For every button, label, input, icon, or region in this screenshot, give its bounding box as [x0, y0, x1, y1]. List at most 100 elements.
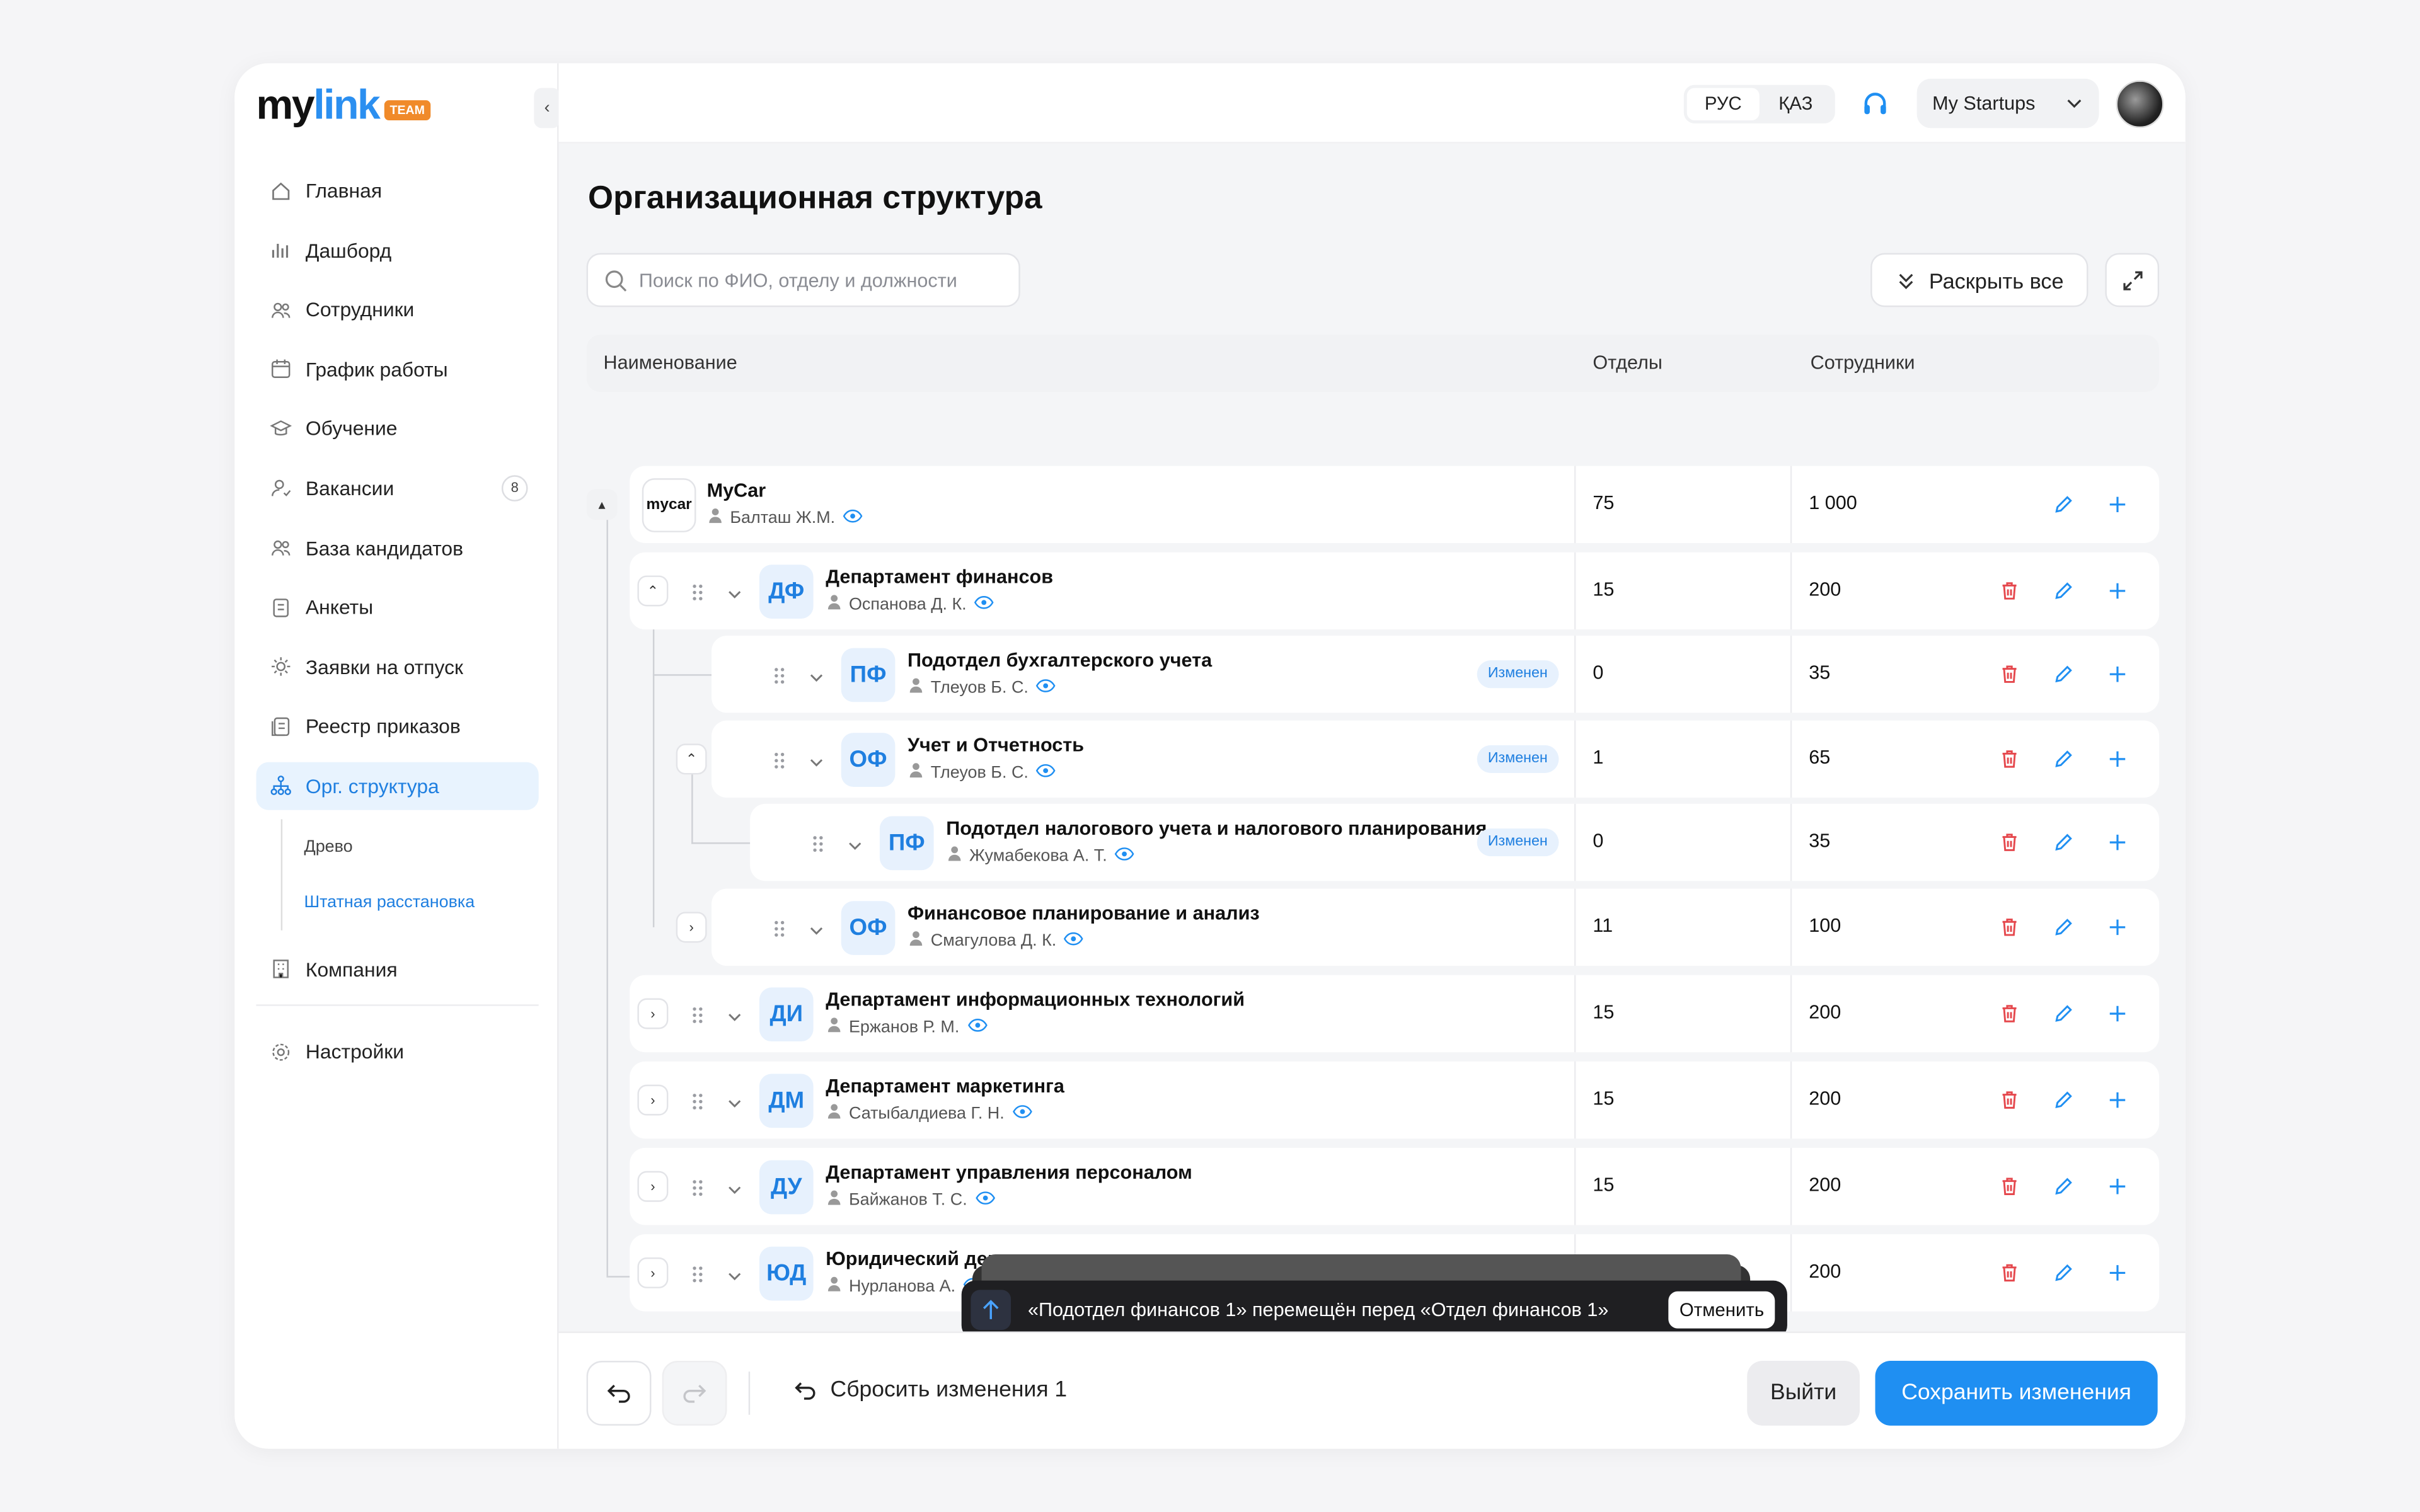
eye-icon[interactable]: [1115, 846, 1135, 864]
sidebar-item-employees[interactable]: Сотрудники: [256, 286, 539, 334]
expand-row-button[interactable]: ›: [637, 1084, 669, 1116]
collapse-root-button[interactable]: ▴: [586, 489, 618, 520]
table-row[interactable]: › ДИ Департамент информационных технологий…: [630, 975, 2160, 1053]
sidebar-item-vacation[interactable]: Заявки на отпуск: [256, 643, 539, 691]
table-row[interactable]: › ДУ Департамент управления персоналом Байж…: [630, 1148, 2160, 1225]
eye-icon[interactable]: [974, 595, 994, 613]
add-icon[interactable]: [2107, 832, 2128, 853]
chevron-down-icon[interactable]: [847, 833, 862, 850]
add-icon[interactable]: [2107, 1176, 2128, 1197]
add-icon[interactable]: [2107, 1003, 2128, 1024]
sidebar-item-schedule[interactable]: График работы: [256, 345, 539, 393]
headset-icon[interactable]: [1858, 88, 1893, 122]
edit-icon[interactable]: [2053, 1089, 2074, 1111]
drag-handle-icon[interactable]: [773, 750, 786, 769]
edit-icon[interactable]: [2053, 494, 2074, 515]
drag-handle-icon[interactable]: [691, 1091, 704, 1110]
edit-icon[interactable]: [2053, 1262, 2074, 1283]
eye-icon[interactable]: [1012, 1104, 1032, 1122]
sidebar-item-vacancies[interactable]: Вакансии 8: [256, 464, 539, 512]
sidebar-item-home[interactable]: Главная: [256, 166, 539, 214]
trash-icon[interactable]: [1998, 1262, 2020, 1283]
table-row[interactable]: ПФ Подотдел бухгалтерского учета Тлеуов Б.…: [711, 635, 2160, 713]
add-icon[interactable]: [2107, 1262, 2128, 1283]
drag-handle-icon[interactable]: [691, 1264, 704, 1283]
sidebar-item-education[interactable]: Обучение: [256, 405, 539, 453]
add-icon[interactable]: [2107, 494, 2128, 515]
expand-all-button[interactable]: Раскрыть все: [1870, 253, 2089, 307]
edit-icon[interactable]: [2053, 663, 2074, 685]
eye-icon[interactable]: [1036, 678, 1056, 696]
edit-icon[interactable]: [2053, 1003, 2074, 1024]
exit-button[interactable]: Выйти: [1747, 1361, 1860, 1426]
trash-icon[interactable]: [1998, 748, 2020, 770]
expand-row-button[interactable]: ›: [637, 1257, 669, 1288]
trash-icon[interactable]: [1998, 832, 2020, 853]
table-row[interactable]: ПФ Подотдел налогового учета и налогового…: [750, 803, 2160, 881]
drag-handle-icon[interactable]: [773, 665, 786, 684]
sidebar-item-company[interactable]: Компания: [256, 945, 539, 993]
reset-changes-button[interactable]: Сбросить изменения 1: [793, 1378, 1067, 1402]
expand-row-button[interactable]: ›: [637, 998, 669, 1029]
add-icon[interactable]: [2107, 580, 2128, 602]
redo-button[interactable]: [662, 1361, 727, 1426]
sidebar-item-candidates[interactable]: База кандидатов: [256, 524, 539, 572]
trash-icon[interactable]: [1998, 580, 2020, 602]
toast-undo-button[interactable]: Отменить: [1668, 1291, 1775, 1329]
add-icon[interactable]: [2107, 917, 2128, 938]
chevron-down-icon[interactable]: [727, 1264, 742, 1281]
trash-icon[interactable]: [1998, 1003, 2020, 1024]
eye-icon[interactable]: [975, 1190, 995, 1208]
eye-icon[interactable]: [843, 508, 863, 527]
expand-row-button[interactable]: ›: [637, 1171, 669, 1202]
lang-kaz-option[interactable]: ҚАЗ: [1760, 88, 1832, 120]
subnav-tree[interactable]: Древо: [282, 818, 539, 874]
chevron-down-icon[interactable]: [809, 918, 824, 935]
sidebar-item-settings[interactable]: Настройки: [256, 1028, 539, 1075]
trash-icon[interactable]: [1998, 917, 2020, 938]
edit-icon[interactable]: [2053, 917, 2074, 938]
chevron-down-icon[interactable]: [727, 1004, 742, 1021]
drag-handle-icon[interactable]: [691, 1177, 704, 1196]
edit-icon[interactable]: [2053, 1176, 2074, 1197]
edit-icon[interactable]: [2053, 580, 2074, 602]
add-icon[interactable]: [2107, 748, 2128, 770]
table-row[interactable]: › ОФ Финансовое планирование и анализ Смагу…: [676, 888, 2160, 966]
collapse-row-button[interactable]: ⌃: [637, 575, 669, 607]
eye-icon[interactable]: [1064, 931, 1085, 949]
eye-icon[interactable]: [967, 1017, 988, 1036]
trash-icon[interactable]: [1998, 663, 2020, 685]
eye-icon[interactable]: [1036, 763, 1056, 781]
undo-button[interactable]: [586, 1361, 652, 1426]
edit-icon[interactable]: [2053, 748, 2074, 770]
table-row[interactable]: › ДМ Департамент маркетинга Сатыбалдиева Г.…: [630, 1061, 2160, 1139]
collapse-row-button[interactable]: ⌃: [676, 743, 707, 775]
sidebar-item-org-structure[interactable]: Орг. структура: [256, 762, 539, 810]
drag-handle-icon[interactable]: [773, 918, 786, 937]
add-icon[interactable]: [2107, 663, 2128, 685]
expand-row-button[interactable]: ›: [676, 912, 707, 943]
fullscreen-button[interactable]: [2105, 253, 2160, 307]
save-changes-button[interactable]: Сохранить изменения: [1875, 1361, 2158, 1426]
drag-handle-icon[interactable]: [691, 1004, 704, 1023]
sidebar-item-orders[interactable]: Реестр приказов: [256, 702, 539, 750]
table-row[interactable]: ⌃ ОФ Учет и Отчетность Тлеуов Б. С. Изменен 1…: [676, 720, 2160, 798]
collapse-sidebar-button[interactable]: ‹: [534, 88, 560, 129]
chevron-down-icon[interactable]: [809, 665, 824, 682]
sidebar-item-forms[interactable]: Анкеты: [256, 583, 539, 631]
table-row[interactable]: ⌃ ДФ Департамент финансов Оспанова Д. К. 15 2…: [630, 552, 2160, 630]
edit-icon[interactable]: [2053, 832, 2074, 853]
search-input[interactable]: Поиск по ФИО, отделу и должности: [586, 253, 1020, 307]
sidebar-item-dashboard[interactable]: Дашборд: [256, 226, 539, 274]
trash-icon[interactable]: [1998, 1176, 2020, 1197]
add-icon[interactable]: [2107, 1089, 2128, 1111]
drag-handle-icon[interactable]: [691, 581, 704, 600]
lang-rus-option[interactable]: РУС: [1686, 88, 1760, 121]
table-row-root[interactable]: ▴ mycar MyCar Балташ Ж.М. 75 1 000: [586, 466, 2160, 544]
chevron-down-icon[interactable]: [727, 581, 742, 598]
drag-handle-icon[interactable]: [812, 833, 824, 852]
chevron-down-icon[interactable]: [809, 750, 824, 767]
chevron-down-icon[interactable]: [727, 1177, 742, 1194]
subnav-staffing[interactable]: Штатная расстановка: [282, 874, 539, 929]
trash-icon[interactable]: [1998, 1089, 2020, 1111]
